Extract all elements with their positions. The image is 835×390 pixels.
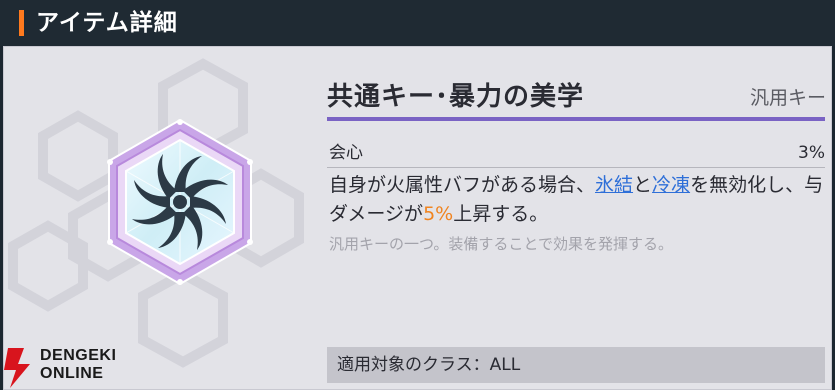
dengeki-online-watermark: DENGEKI ONLINE [0, 346, 130, 390]
effect-highlight-value: 5% [423, 203, 454, 225]
watermark-line2: ONLINE [40, 365, 104, 382]
applicable-class-text: 適用対象のクラス：ALL [337, 355, 521, 375]
effect-text: と [633, 174, 653, 196]
title-accent-bar [19, 10, 24, 36]
item-icon [96, 118, 264, 286]
flavor-text: 汎用キーの一つ。装備することで効果を発揮する。 [329, 235, 673, 253]
name-divider [327, 117, 825, 121]
item-category: 汎用キー [749, 87, 826, 109]
stat-divider [327, 167, 825, 168]
effect-text: 自身が火属性バフがある場合、 [329, 174, 596, 196]
blade-pinwheel-icon [107, 118, 253, 286]
keyword-freeze-link[interactable]: 氷結 [595, 174, 633, 196]
applicable-class-bar: 適用対象のクラス：ALL [327, 347, 825, 383]
title-bar: アイテム詳細 [0, 0, 835, 46]
effect-text: 上昇する。 [453, 203, 549, 225]
effect-description: 自身が火属性バフがある場合、氷結と冷凍を無効化し、与ダメージが5%上昇する。 [329, 171, 825, 229]
stat-value: 3% [798, 143, 825, 163]
page-title: アイテム詳細 [36, 10, 178, 36]
watermark-line1: DENGEKI [40, 347, 117, 364]
item-name: 共通キー･暴力の美学 [327, 82, 585, 112]
keyword-frozen-link[interactable]: 冷凍 [652, 174, 690, 196]
stat-label: 会心 [329, 143, 363, 163]
lightning-logo-icon [4, 348, 30, 388]
